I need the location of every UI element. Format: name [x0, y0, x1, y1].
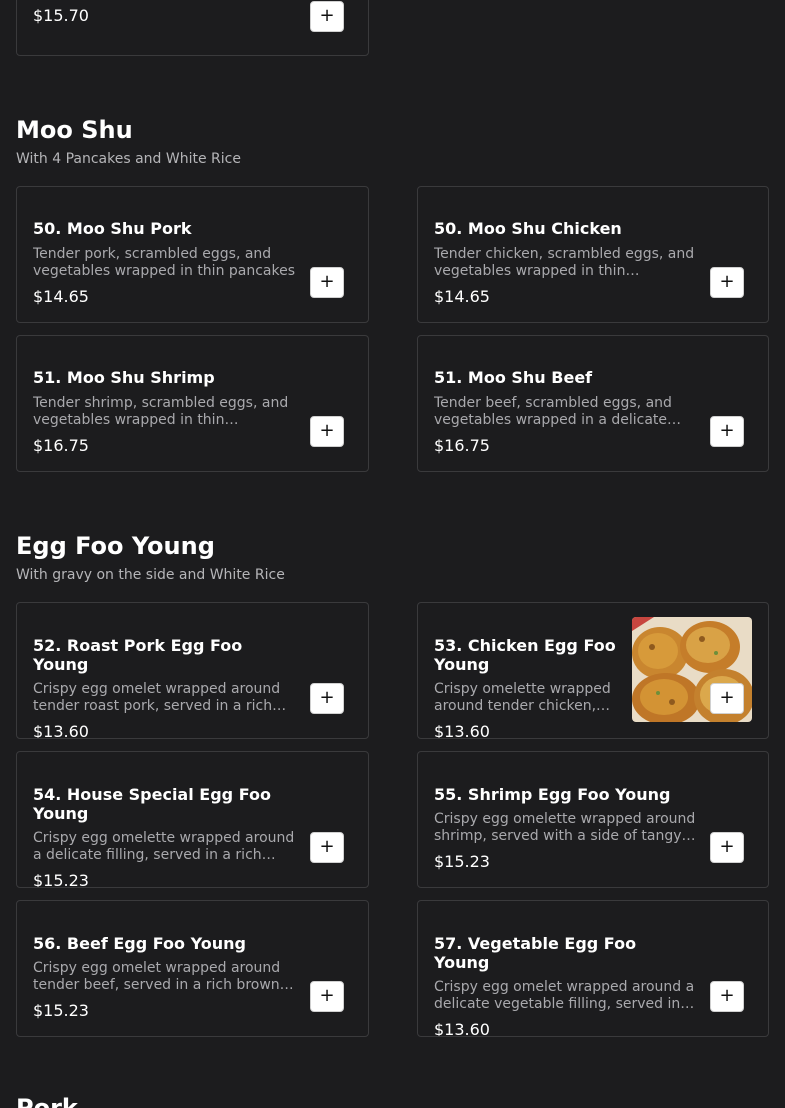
- item-name: 54. House Special Egg Foo Young: [33, 785, 271, 823]
- item-description: Tender beef, scrambled eggs, and vegetab…: [434, 395, 682, 428]
- menu-item-card[interactable]: $15.70 +: [16, 0, 369, 56]
- item-description: Crispy egg omelette wrapped around shrim…: [434, 811, 696, 844]
- item-description: Tender pork, scrambled eggs, and vegetab…: [33, 246, 296, 279]
- item-price: $13.60: [434, 1020, 490, 1037]
- plus-icon: +: [719, 687, 735, 708]
- section-title-moo-shu: Moo Shu: [16, 116, 133, 144]
- add-to-cart-button[interactable]: +: [710, 267, 744, 298]
- plus-icon: +: [719, 836, 735, 857]
- section-subtitle-moo-shu: With 4 Pancakes and White Rice: [16, 151, 241, 167]
- menu-item-card[interactable]: 50. Moo Shu Pork Tender pork, scrambled …: [16, 186, 369, 323]
- add-to-cart-button[interactable]: +: [310, 683, 344, 714]
- plus-icon: +: [319, 836, 335, 857]
- item-price: $13.60: [434, 722, 490, 739]
- item-name: 52. Roast Pork Egg Foo Young: [33, 636, 243, 674]
- menu-item-card[interactable]: 53. Chicken Egg Foo Young Crispy omelett…: [417, 602, 769, 739]
- item-description: Crispy egg omelette wrapped around a del…: [33, 830, 295, 863]
- add-to-cart-button[interactable]: +: [710, 683, 744, 714]
- plus-icon: +: [319, 5, 335, 26]
- item-price: $15.70: [33, 6, 89, 25]
- plus-icon: +: [719, 271, 735, 292]
- add-to-cart-button[interactable]: +: [710, 416, 744, 447]
- item-name: 51. Moo Shu Shrimp: [33, 368, 215, 387]
- item-price: $16.75: [434, 436, 490, 455]
- item-name: 51. Moo Shu Beef: [434, 368, 593, 387]
- menu-item-card[interactable]: 57. Vegetable Egg Foo Young Crispy egg o…: [417, 900, 769, 1037]
- item-description: Crispy egg omelet wrapped around tender …: [33, 960, 294, 993]
- plus-icon: +: [319, 687, 335, 708]
- plus-icon: +: [319, 271, 335, 292]
- plus-icon: +: [719, 420, 735, 441]
- menu-item-card[interactable]: 51. Moo Shu Shrimp Tender shrimp, scramb…: [16, 335, 369, 472]
- add-to-cart-button[interactable]: +: [310, 832, 344, 863]
- menu-item-card[interactable]: 51. Moo Shu Beef Tender beef, scrambled …: [417, 335, 769, 472]
- plus-icon: +: [319, 420, 335, 441]
- item-price: $13.60: [33, 722, 89, 739]
- item-price: $15.23: [434, 852, 490, 871]
- item-name: 53. Chicken Egg Foo Young: [434, 636, 616, 674]
- add-to-cart-button[interactable]: +: [310, 416, 344, 447]
- add-to-cart-button[interactable]: +: [710, 981, 744, 1012]
- item-description: Crispy egg omelet wrapped around a delic…: [434, 979, 695, 1012]
- item-name: 56. Beef Egg Foo Young: [33, 934, 246, 953]
- add-to-cart-button[interactable]: +: [310, 981, 344, 1012]
- menu-page: $15.70 + Moo Shu With 4 Pancakes and Whi…: [0, 0, 785, 1108]
- plus-icon: +: [319, 985, 335, 1006]
- item-description: Tender shrimp, scrambled eggs, and veget…: [33, 395, 289, 428]
- section-title-egg-foo-young: Egg Foo Young: [16, 532, 215, 560]
- menu-item-card[interactable]: 50. Moo Shu Chicken Tender chicken, scra…: [417, 186, 769, 323]
- item-price: $15.23: [33, 871, 89, 888]
- item-price: $14.65: [434, 287, 490, 306]
- item-description: Crispy egg omelet wrapped around tender …: [33, 681, 287, 714]
- section-title-pork: Pork: [16, 1094, 78, 1108]
- menu-item-card[interactable]: 54. House Special Egg Foo Young Crispy e…: [16, 751, 369, 888]
- menu-item-card[interactable]: 55. Shrimp Egg Foo Young Crispy egg omel…: [417, 751, 769, 888]
- item-name: 50. Moo Shu Chicken: [434, 219, 622, 238]
- item-name: 55. Shrimp Egg Foo Young: [434, 785, 671, 804]
- section-subtitle-egg-foo-young: With gravy on the side and White Rice: [16, 567, 285, 583]
- plus-icon: +: [719, 985, 735, 1006]
- add-to-cart-button[interactable]: +: [310, 1, 344, 32]
- add-to-cart-button[interactable]: +: [310, 267, 344, 298]
- item-name: 50. Moo Shu Pork: [33, 219, 192, 238]
- item-price: $14.65: [33, 287, 89, 306]
- item-price: $15.23: [33, 1001, 89, 1020]
- item-description: Tender chicken, scrambled eggs, and vege…: [434, 246, 695, 279]
- item-description: Crispy omelette wrapped around tender ch…: [434, 681, 611, 714]
- item-price: $16.75: [33, 436, 89, 455]
- add-to-cart-button[interactable]: +: [710, 832, 744, 863]
- menu-item-card[interactable]: 56. Beef Egg Foo Young Crispy egg omelet…: [16, 900, 369, 1037]
- item-name: 57. Vegetable Egg Foo Young: [434, 934, 637, 972]
- menu-item-card[interactable]: 52. Roast Pork Egg Foo Young Crispy egg …: [16, 602, 369, 739]
